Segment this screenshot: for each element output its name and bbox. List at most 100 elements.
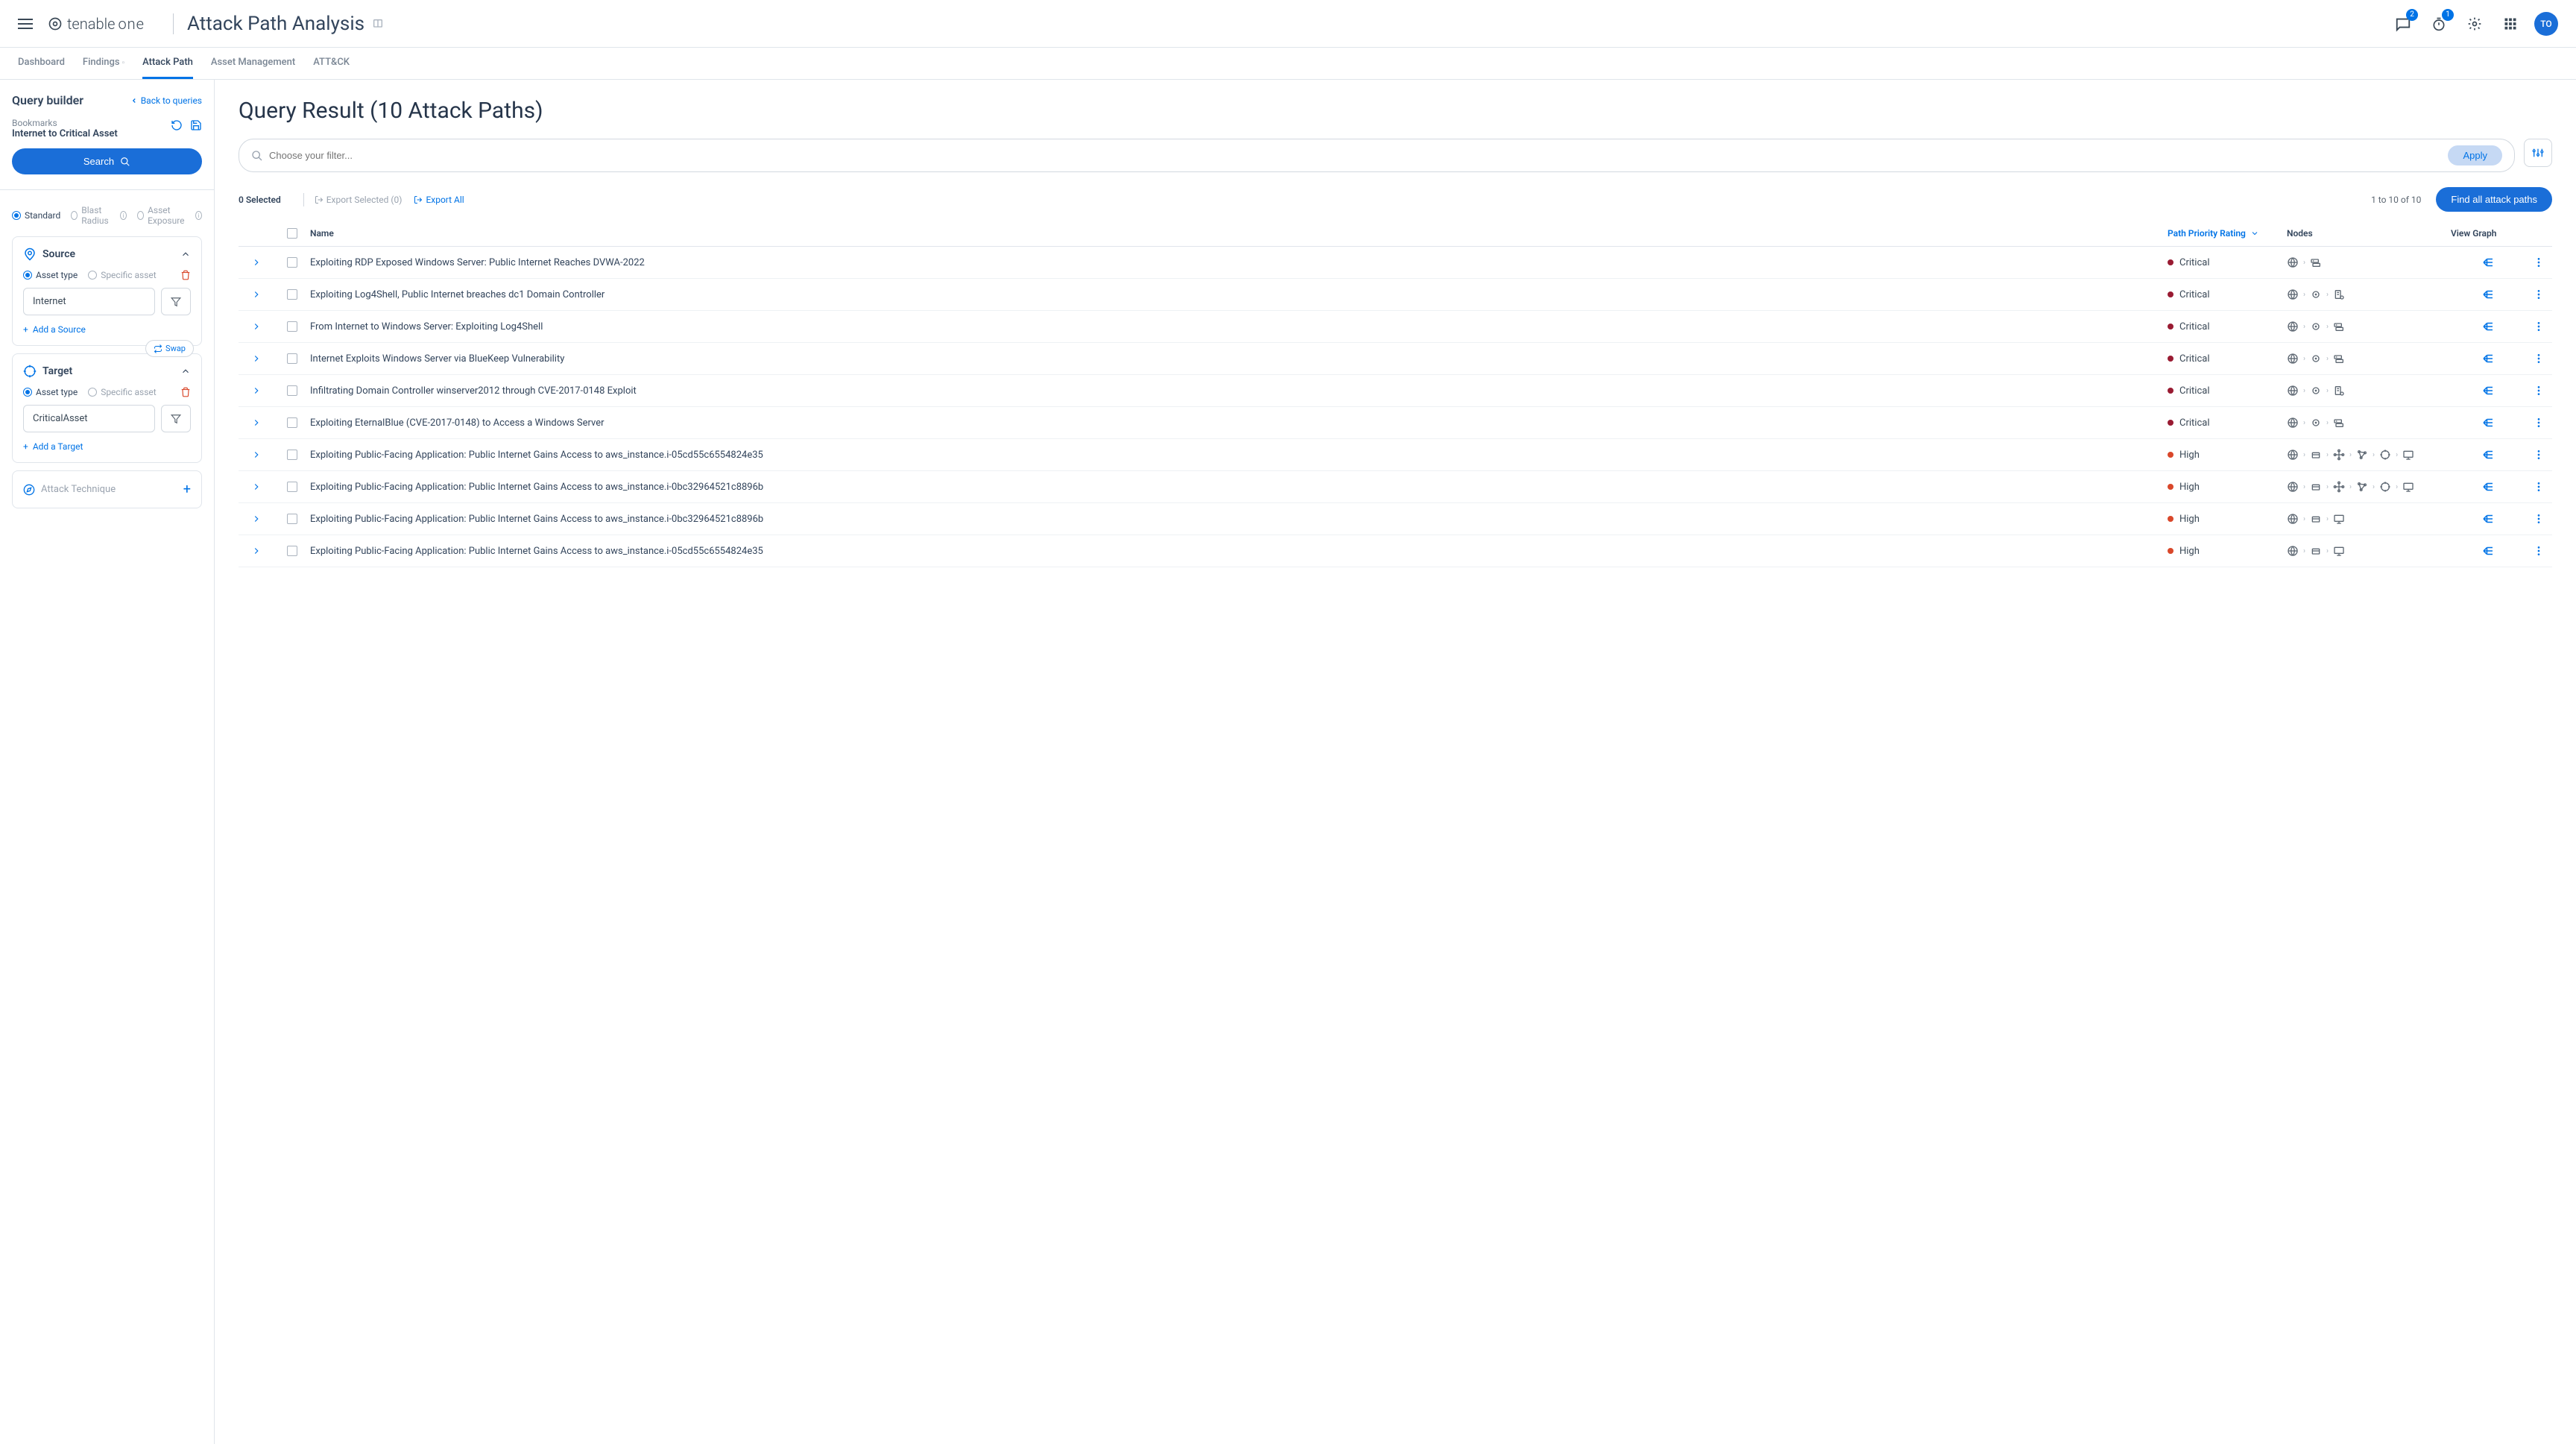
expand-row[interactable] [239,353,274,364]
chevron-right-icon: › [2303,483,2305,491]
apply-button[interactable]: Apply [2448,145,2502,165]
delete-target-icon[interactable] [180,387,191,397]
filter-input[interactable] [269,150,2442,161]
expand-row[interactable] [239,289,274,300]
row-checkbox[interactable] [287,257,297,268]
row-checkbox[interactable] [287,289,297,300]
row-checkbox[interactable] [287,417,297,428]
view-graph-button[interactable] [2451,352,2525,365]
row-checkbox[interactable] [287,321,297,332]
info-icon[interactable]: i [120,211,127,220]
monitor-icon [2402,481,2414,493]
find-all-button[interactable]: Find all attack paths [2436,187,2552,212]
source-panel-header[interactable]: Source [23,248,191,261]
row-menu-button[interactable] [2525,513,2552,525]
apps-button[interactable] [2498,12,2522,36]
circle-icon [2310,417,2322,429]
reset-icon[interactable] [171,119,183,131]
expand-row[interactable] [239,417,274,428]
row-checkbox[interactable] [287,385,297,396]
source-asset-type-radio[interactable]: Asset type [23,270,78,280]
row-menu-button[interactable] [2525,449,2552,461]
tab-findings[interactable]: Findings▫ [83,48,124,79]
export-selected-button[interactable]: Export Selected (0) [315,195,402,205]
view-graph-button[interactable] [2451,416,2525,429]
expand-row[interactable] [239,546,274,556]
mode-blast-radius[interactable]: Blast Radiusi [71,205,127,226]
expand-row[interactable] [239,321,274,332]
add-technique-button[interactable]: + [183,482,191,497]
tab-dashboard[interactable]: Dashboard [18,48,65,79]
add-target-link[interactable]: +Add a Target [23,441,191,452]
chat-button[interactable]: 2 [2391,12,2415,36]
row-menu-button[interactable] [2525,256,2552,268]
sliders-icon [2532,147,2544,159]
target-panel-header[interactable]: Target [23,365,191,378]
row-menu-button[interactable] [2525,321,2552,332]
expand-row[interactable] [239,514,274,524]
target-value-input[interactable]: CriticalAsset [23,405,155,432]
export-all-button[interactable]: Export All [414,195,464,205]
search-button[interactable]: Search [12,148,202,174]
col-priority[interactable]: Path Priority Rating [2168,228,2287,239]
delete-source-icon[interactable] [180,270,191,280]
back-to-queries[interactable]: Back to queries [130,95,202,106]
tab-att-ck[interactable]: ATT&CK [313,48,350,79]
filter-settings-button[interactable] [2524,139,2552,167]
target-specific-radio[interactable]: Specific asset [88,387,157,397]
mode-standard[interactable]: Standard [12,210,60,221]
save-icon[interactable] [190,119,202,131]
table-header: Name Path Priority Rating Nodes View Gra… [239,221,2552,247]
row-checkbox[interactable] [287,482,297,492]
view-graph-button[interactable] [2451,544,2525,558]
view-graph-button[interactable] [2451,512,2525,526]
globe-icon [2287,289,2299,300]
view-graph-button[interactable] [2451,288,2525,301]
view-graph-button[interactable] [2451,448,2525,461]
row-menu-button[interactable] [2525,385,2552,397]
settings-button[interactable] [2463,12,2487,36]
row-checkbox[interactable] [287,514,297,524]
expand-row[interactable] [239,257,274,268]
row-menu-button[interactable] [2525,289,2552,300]
attack-technique-panel[interactable]: Attack Technique + [12,470,202,508]
swap-button[interactable]: Swap [145,340,194,357]
target-icon [23,365,37,378]
source-filter-button[interactable] [161,288,191,315]
row-checkbox[interactable] [287,353,297,364]
row-menu-button[interactable] [2525,545,2552,557]
col-name[interactable]: Name [310,228,2168,239]
row-checkbox[interactable] [287,450,297,460]
row-checkbox[interactable] [287,546,297,556]
target-asset-type-radio[interactable]: Asset type [23,387,78,397]
paging-label: 1 to 10 of 10 [2371,195,2421,205]
row-menu-button[interactable] [2525,417,2552,429]
row-priority: High [2168,546,2287,557]
dc-icon [2333,289,2345,300]
logo[interactable]: tenableone [48,15,145,33]
view-graph-button[interactable] [2451,480,2525,494]
expand-row[interactable] [239,450,274,460]
source-value-input[interactable]: Internet [23,288,155,315]
expand-row[interactable] [239,385,274,396]
mode-asset-exposure[interactable]: Asset Exposurei [137,205,202,226]
info-icon[interactable]: i [195,211,202,220]
user-avatar[interactable]: TO [2534,12,2558,36]
target-filter-button[interactable] [161,405,191,432]
view-graph-button[interactable] [2451,320,2525,333]
view-graph-button[interactable] [2451,384,2525,397]
table-row: Infiltrating Domain Controller winserver… [239,375,2552,407]
menu-toggle[interactable] [18,19,33,29]
row-menu-button[interactable] [2525,481,2552,493]
add-source-link[interactable]: +Add a Source [23,324,191,335]
expand-row[interactable] [239,482,274,492]
row-menu-button[interactable] [2525,353,2552,365]
row-priority: High [2168,514,2287,525]
tab-attack-path[interactable]: Attack Path [142,48,193,79]
search-icon [251,150,263,162]
source-specific-radio[interactable]: Specific asset [88,270,157,280]
tab-asset-management[interactable]: Asset Management [211,48,295,79]
view-graph-button[interactable] [2451,256,2525,269]
alerts-button[interactable]: 1 [2427,12,2451,36]
select-all-checkbox[interactable] [287,228,297,239]
